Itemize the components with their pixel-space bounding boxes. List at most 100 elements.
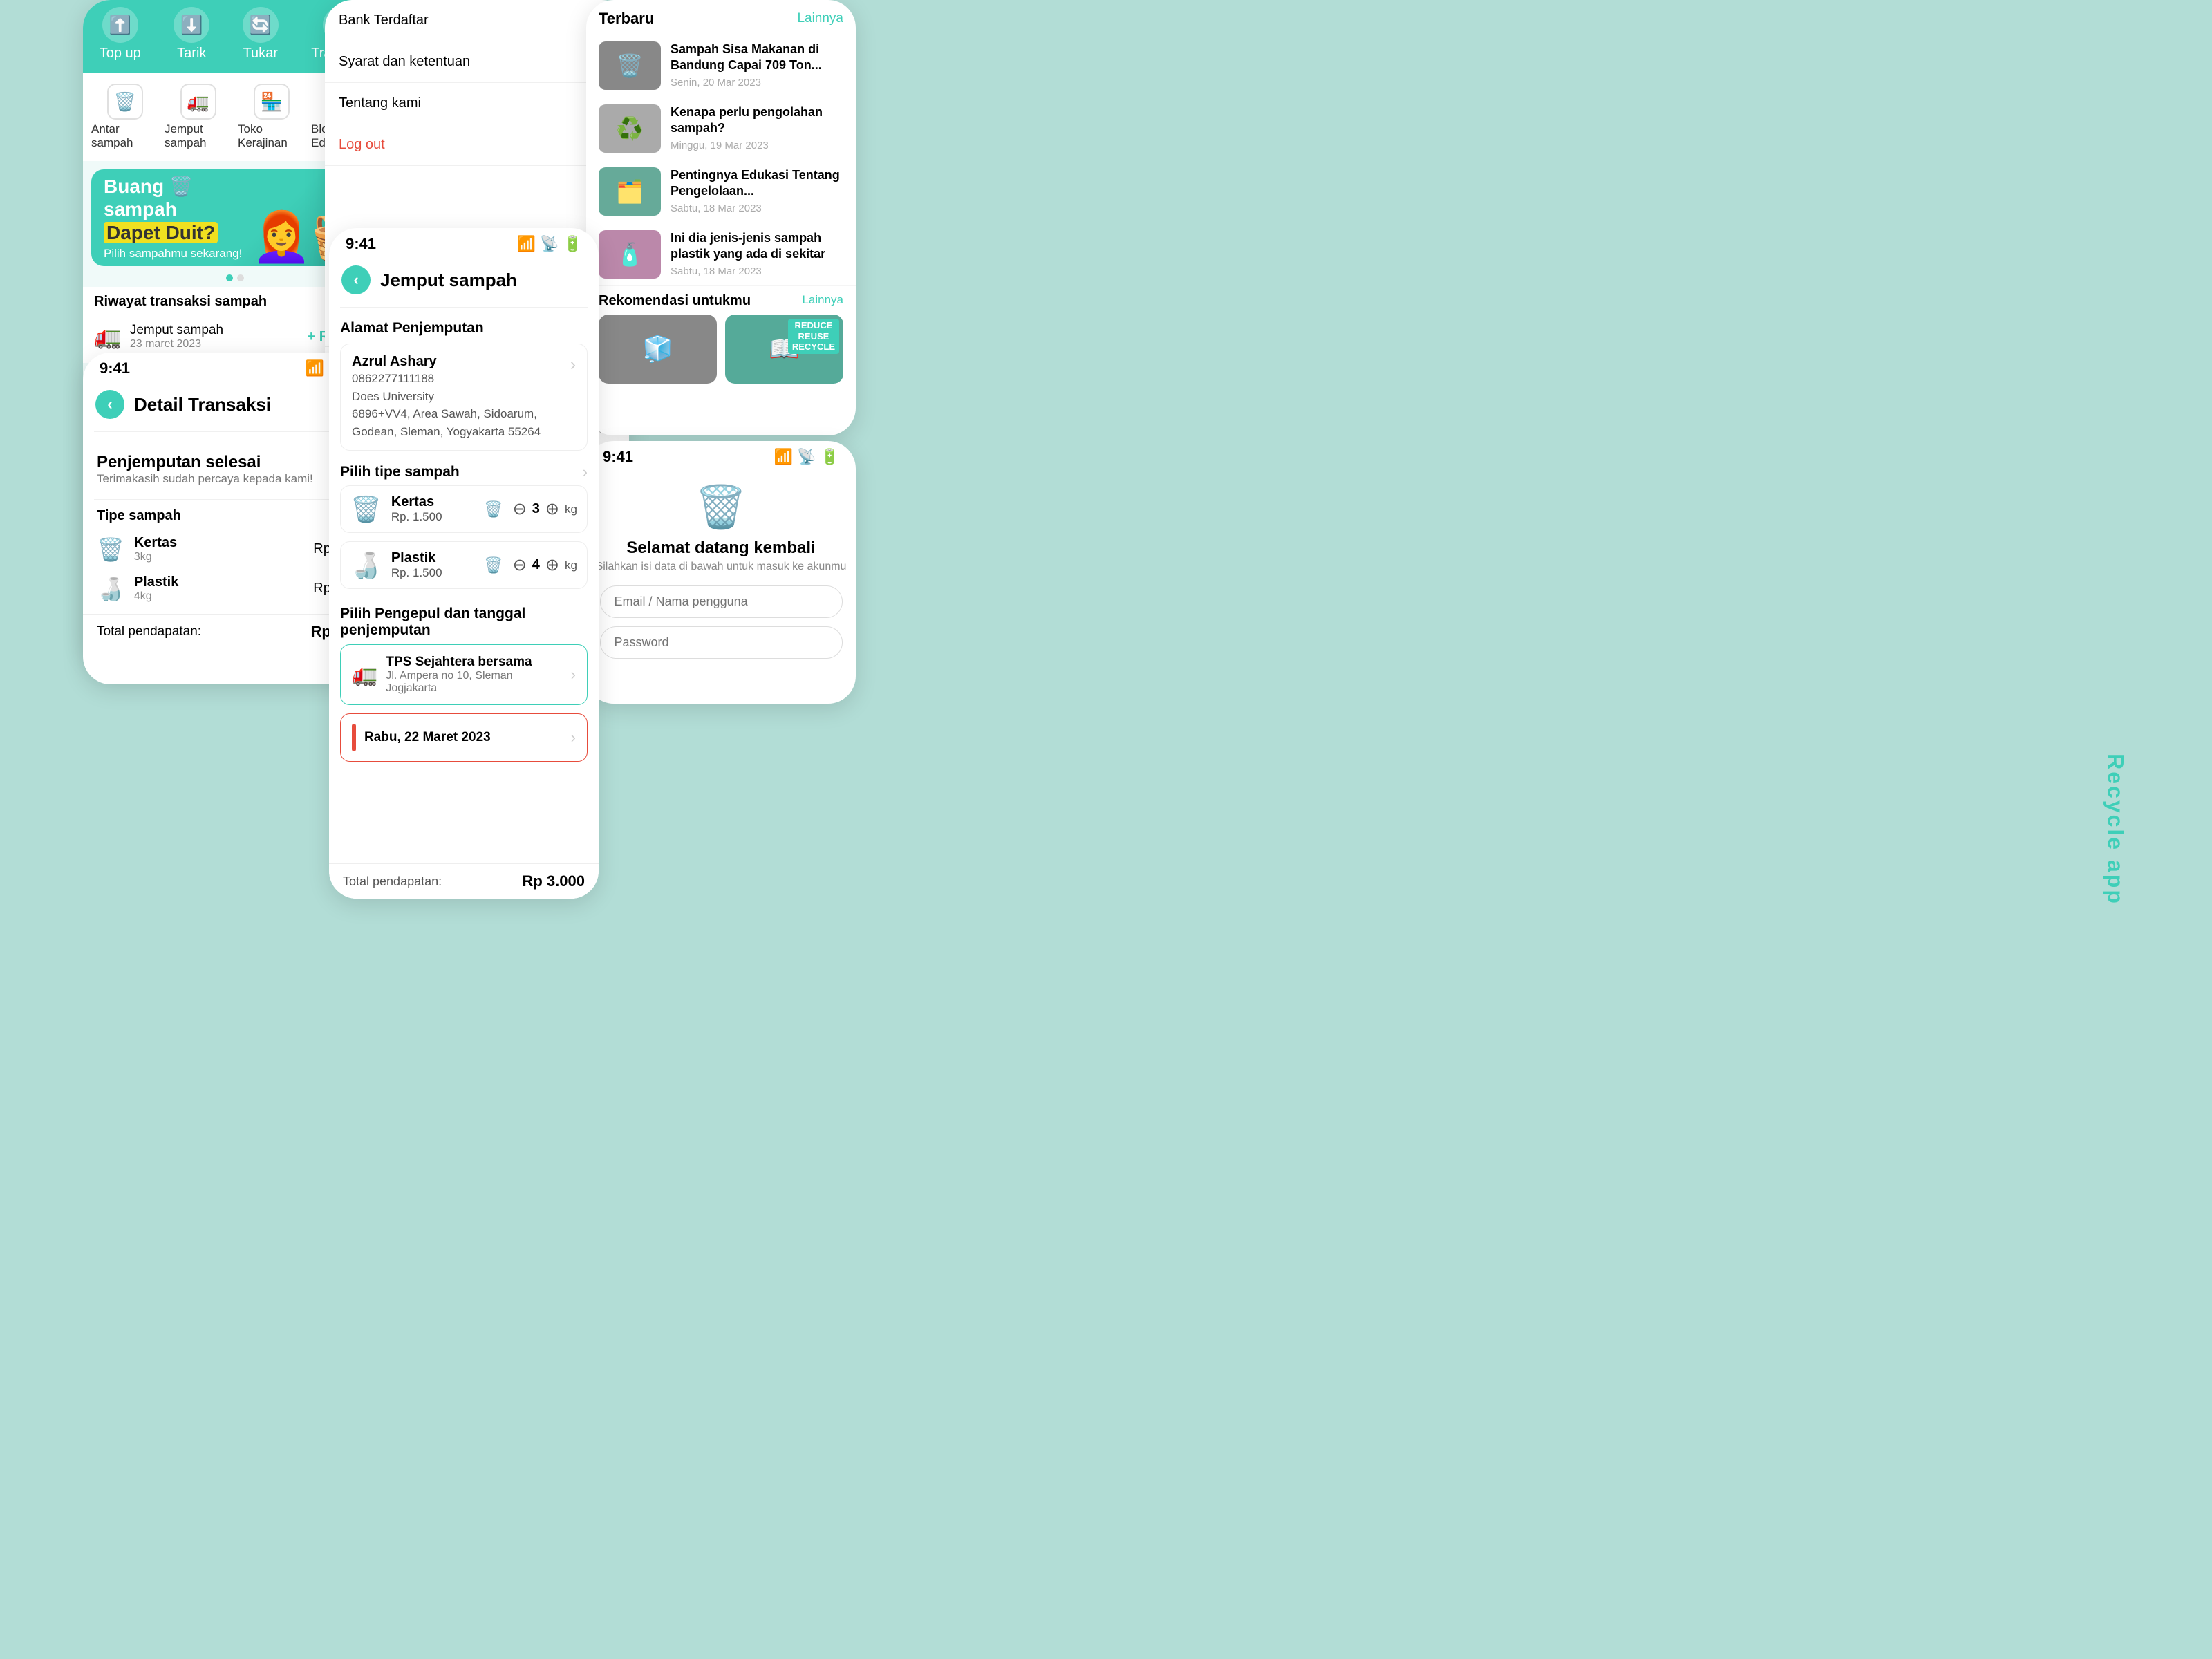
address-details: Azrul Ashary 0862277111188 Does Universi… (352, 354, 570, 440)
kertas-icon: 🗑️ (350, 495, 382, 524)
tukar-action[interactable]: 🔄 Tukar (243, 7, 279, 62)
banner-line2: sampah (104, 198, 177, 220)
plastik-minus[interactable]: ⊖ (513, 555, 527, 575)
address-card[interactable]: Azrul Ashary 0862277111188 Does Universi… (340, 344, 588, 451)
detail-plastik-name: Plastik (134, 574, 303, 590)
blog-thumb-1: 🗑️ (599, 41, 661, 90)
address-place: Does University (352, 388, 570, 406)
signal-icon: 📶 (306, 359, 324, 377)
blog-info-1: Sampah Sisa Makanan di Bandung Capai 709… (671, 41, 843, 88)
blog-title-2: Kenapa perlu pengolahan sampah? (671, 104, 843, 137)
plastik-plus[interactable]: ⊕ (545, 555, 559, 575)
tarik-label: Tarik (177, 46, 206, 62)
antar-sampah-label: Antar sampah (91, 122, 159, 150)
wifi-icon: 📡 (797, 448, 816, 466)
blog-date-1: Senin, 20 Mar 2023 (671, 77, 843, 88)
grid-jemput-sampah[interactable]: 🚛 Jemput sampah (165, 84, 232, 150)
pengepul-card[interactable]: 🚛 TPS Sejahtera bersama Jl. Ampera no 10… (340, 644, 588, 705)
menu-logout[interactable]: Log out › (325, 124, 629, 166)
detail-kertas-icon: 🗑️ (97, 536, 124, 563)
blog-lainnya-link[interactable]: Lainnya (797, 11, 843, 26)
dot-2 (237, 274, 244, 281)
plastik-info: Plastik Rp. 1.500 (391, 550, 469, 580)
password-input[interactable] (600, 626, 843, 659)
blog-thumb-3: 🗂️ (599, 167, 661, 216)
kertas-delete[interactable]: 🗑️ (484, 500, 503, 518)
blog-article-4[interactable]: 🧴 Ini dia jenis-jenis sampah plastik yan… (586, 223, 856, 286)
blog-info-4: Ini dia jenis-jenis sampah plastik yang … (671, 230, 843, 277)
rekomendasi-grid: 🧊 📖 REDUCEREUSERECYCLE (586, 315, 856, 393)
plastik-delete[interactable]: 🗑️ (484, 556, 503, 574)
menu-logout-label: Log out (339, 137, 385, 153)
blog-article-2[interactable]: ♻️ Kenapa perlu pengolahan sampah? Mingg… (586, 97, 856, 160)
kertas-controls: ⊖ 3 ⊕ kg (513, 499, 577, 519)
pengepul-section-header: Pilih Pengepul dan tanggal penjemputan (329, 597, 599, 644)
tarik-icon: ⬇️ (174, 7, 209, 43)
rekom-card-2[interactable]: 📖 REDUCEREUSERECYCLE (725, 315, 843, 384)
kertas-plus[interactable]: ⊕ (545, 499, 559, 519)
email-input[interactable] (600, 585, 843, 618)
date-chevron: › (571, 729, 576, 747)
blog-title-1: Sampah Sisa Makanan di Bandung Capai 709… (671, 41, 843, 74)
plastik-icon: 🍶 (350, 551, 382, 580)
rekom-card-1[interactable]: 🧊 (599, 315, 717, 384)
blog-terbaru-header: Terbaru Lainnya (586, 0, 856, 35)
blog-date-4: Sabtu, 18 Mar 2023 (671, 265, 843, 277)
transaction-title: Riwayat transaksi sampah (94, 294, 267, 310)
blog-info-3: Pentingnya Edukasi Tentang Pengelolaan..… (671, 167, 843, 214)
banner-highlight: Dapet Duit? (104, 222, 218, 243)
app-vertical-label: Recycle app (2103, 753, 2128, 906)
address-full: 6896+VV4, Area Sawah, Sidoarum, Godean, … (352, 405, 570, 440)
menu-syarat[interactable]: Syarat dan ketentuan › (325, 41, 629, 83)
address-phone: 0862277111188 (352, 370, 570, 388)
txn-info: Jemput sampah 23 maret 2023 (130, 323, 299, 350)
date-card[interactable]: Rabu, 22 Maret 2023 › (340, 713, 588, 762)
banner-line1: Buang (104, 176, 164, 197)
kertas-price: Rp. 1.500 (391, 510, 469, 524)
grid-toko[interactable]: 🏪 Toko Kerajinan (238, 84, 306, 150)
tarik-action[interactable]: ⬇️ Tarik (174, 7, 209, 62)
back-button[interactable]: ‹ (341, 265, 371, 294)
plastik-price: Rp. 1.500 (391, 566, 469, 580)
detail-total-label: Total pendapatan: (97, 624, 201, 639)
jemput-title: Jemput sampah (380, 270, 517, 291)
kertas-minus[interactable]: ⊖ (513, 499, 527, 519)
blog-thumb-2: ♻️ (599, 104, 661, 153)
success-subtitle: Terimakasih sudah percaya kepada kami! (97, 472, 313, 486)
topup-label: Top up (100, 46, 141, 62)
menu-tentang[interactable]: Tentang kami › (325, 83, 629, 124)
blog-title-3: Pentingnya Edukasi Tentang Pengelolaan..… (671, 167, 843, 200)
blog-article-3[interactable]: 🗂️ Pentingnya Edukasi Tentang Pengelolaa… (586, 160, 856, 223)
success-text: Penjemputan selesai Terimakasih sudah pe… (97, 453, 313, 486)
detail-back-button[interactable]: ‹ (95, 390, 124, 419)
dot-1 (226, 274, 233, 281)
login-status-bar: 9:41 📶 📡 🔋 (586, 441, 856, 469)
detail-kertas-weight: 3kg (134, 551, 303, 563)
address-section: Alamat Penjemputan Azrul Ashary 08622771… (329, 310, 599, 455)
kertas-info: Kertas Rp. 1.500 (391, 494, 469, 524)
rekomendasi-lainnya[interactable]: Lainnya (802, 293, 843, 309)
address-label: Alamat Penjemputan (340, 320, 588, 337)
tipe-section-header: Pilih tipe sampah › (329, 455, 599, 485)
detail-plastik-weight: 4kg (134, 590, 303, 603)
topup-action[interactable]: ⬆️ Top up (100, 7, 141, 62)
menu-tentang-label: Tentang kami (339, 95, 421, 111)
detail-title: Detail Transaksi (134, 394, 271, 415)
jemput-screen: 9:41 📶 📡 🔋 ‹ Jemput sampah Alamat Penjem… (329, 228, 599, 899)
pengepul-address: Jl. Ampera no 10, Sleman Jogjakarta (386, 670, 562, 695)
login-status-time: 9:41 (603, 448, 633, 466)
detail-plastik-icon: 🍶 (97, 576, 124, 602)
blog-screen: Terbaru Lainnya 🗑️ Sampah Sisa Makanan d… (586, 0, 856, 435)
jemput-sampah-label: Jemput sampah (165, 122, 232, 150)
plastik-name: Plastik (391, 550, 469, 566)
tukar-icon: 🔄 (243, 7, 279, 43)
menu-syarat-label: Syarat dan ketentuan (339, 54, 470, 70)
jemput-total-bar: Total pendapatan: Rp 3.000 (329, 863, 599, 899)
grid-antar-sampah[interactable]: 🗑️ Antar sampah (91, 84, 159, 150)
blog-title-4: Ini dia jenis-jenis sampah plastik yang … (671, 230, 843, 263)
blog-article-1[interactable]: 🗑️ Sampah Sisa Makanan di Bandung Capai … (586, 35, 856, 97)
address-name: Azrul Ashary (352, 354, 570, 370)
menu-bank[interactable]: Bank Terdaftar › (325, 0, 629, 41)
txn-name: Jemput sampah (130, 323, 299, 338)
date-stripe (352, 724, 356, 751)
